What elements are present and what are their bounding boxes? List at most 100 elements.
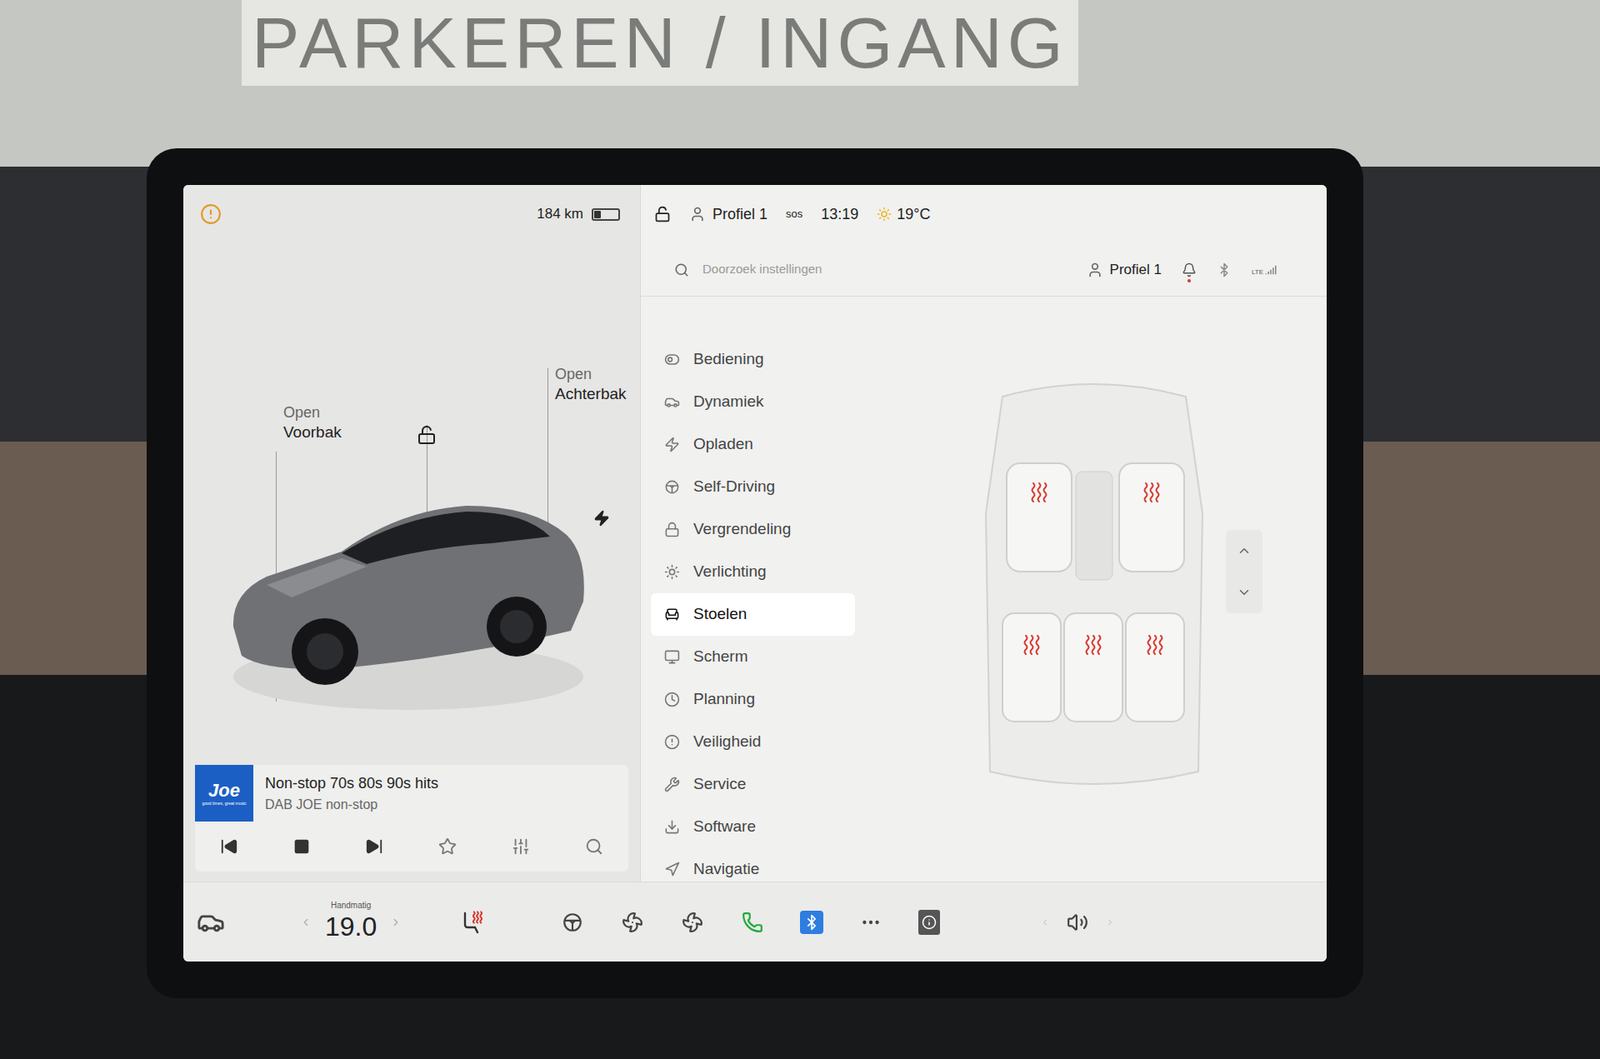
seat-heater-button[interactable] — [460, 910, 485, 935]
rear-seat[interactable] — [1002, 613, 1061, 722]
cabin-temperature: 19.0 — [325, 910, 377, 944]
settings-menu-item[interactable]: Veiligheid — [650, 720, 855, 764]
screen-icon — [664, 649, 680, 665]
favorite-icon[interactable] — [438, 837, 457, 856]
track-source: DAB JOE non-stop — [265, 795, 439, 815]
settings-menu-item[interactable]: Verlichting — [650, 550, 855, 594]
network-type: LTE — [1251, 269, 1264, 276]
weather-icon — [876, 206, 892, 222]
volume-up-icon[interactable] — [1105, 917, 1115, 928]
car-icon[interactable] — [196, 908, 225, 937]
settings-panel: Profiel 1 sos 13:19 19°C Doorzoek instelling… — [640, 185, 1327, 882]
bluetooth-icon[interactable] — [1216, 262, 1232, 278]
manual-button[interactable] — [918, 910, 940, 935]
chevron-up-icon[interactable] — [1236, 543, 1252, 559]
climate-mode: Handmatig — [330, 901, 371, 910]
bell-icon[interactable] — [1181, 262, 1197, 278]
front-seat[interactable] — [1119, 463, 1185, 572]
volume-control[interactable] — [1040, 911, 1115, 934]
unlocked-icon[interactable] — [416, 425, 437, 445]
bluetooth-button[interactable] — [800, 910, 824, 935]
rear-defrost-icon[interactable] — [681, 911, 704, 934]
photo: PARKEREN / INGANG 184 km OpenVoorbak OpenAc… — [0, 0, 1600, 1059]
battery-icon — [591, 208, 620, 221]
temp-down-icon[interactable] — [300, 916, 312, 929]
media-search-icon[interactable] — [585, 837, 604, 856]
download-icon — [664, 819, 680, 835]
dock: Handmatig19.0 — [183, 881, 1327, 962]
phone-icon[interactable] — [741, 911, 764, 934]
climate-temperature[interactable]: Handmatig19.0 — [300, 901, 402, 944]
rear-seat[interactable] — [1125, 613, 1185, 722]
car-model — [216, 460, 600, 710]
rear-seat[interactable] — [1064, 613, 1123, 722]
lock-icon — [664, 521, 680, 538]
next-icon[interactable] — [365, 837, 384, 856]
alert-icon — [664, 734, 680, 750]
settings-menu-item[interactable]: Scherm — [650, 635, 855, 679]
car-icon — [664, 394, 680, 410]
frunk-label[interactable]: OpenVoorbak — [283, 403, 342, 442]
profile-name[interactable]: Profiel 1 — [712, 203, 768, 226]
temp-up-icon[interactable] — [390, 916, 402, 929]
signal-icon — [1265, 264, 1277, 276]
wall: PARKEREN / INGANG — [0, 0, 1600, 167]
front-defrost-icon[interactable] — [621, 911, 644, 934]
top-status-bar: Profiel 1 sos 13:19 19°C — [640, 185, 1327, 244]
seat-icon — [664, 606, 680, 623]
steering-heater-icon[interactable] — [561, 911, 584, 934]
seat-area — [949, 296, 1327, 882]
volume-icon — [1066, 911, 1089, 934]
station-logo: Joegood times, great music — [195, 765, 254, 822]
info-icon — [921, 915, 937, 930]
bluetooth-icon — [803, 914, 820, 931]
toggle-icon — [664, 351, 680, 368]
notification-dot — [1187, 279, 1191, 283]
clock-icon — [664, 691, 680, 708]
sos[interactable]: sos — [785, 205, 803, 223]
stop-icon[interactable] — [293, 838, 310, 855]
settings-menu-item[interactable]: Service — [650, 763, 855, 806]
settings-profile[interactable]: Profiel 1 — [1110, 259, 1162, 281]
chevron-down-icon[interactable] — [1236, 585, 1252, 600]
equalizer-icon[interactable] — [511, 837, 530, 856]
battery-fill — [594, 210, 601, 219]
touchscreen: 184 km OpenVoorbak OpenAchterbak Joegood ti… — [146, 148, 1364, 999]
search-icon — [674, 262, 690, 278]
seat-heater-icon — [460, 910, 485, 935]
media-player: Joegood times, great musicNon-stop 70s 8… — [195, 765, 629, 872]
settings-menu-item[interactable]: Dynamiek — [650, 380, 855, 424]
car-canvas: OpenVoorbak OpenAchterbak — [183, 243, 640, 765]
car-panel: 184 km OpenVoorbak OpenAchterbak Joegood ti… — [183, 185, 640, 882]
settings-search[interactable]: Doorzoek instellingen — [674, 260, 822, 280]
front-seat[interactable] — [1006, 463, 1072, 572]
settings-menu-item[interactable]: Navigatie — [650, 848, 855, 882]
trunk-label[interactable]: OpenAchterbak — [555, 365, 627, 404]
clock: 13:19 — [820, 203, 859, 226]
outside-temperature: 19°C — [896, 203, 930, 226]
settings-menu-item[interactable]: Stoelen — [650, 593, 855, 636]
steering-wheel-icon — [664, 479, 680, 495]
settings-menu-item[interactable]: Software — [650, 805, 855, 849]
screen: 184 km OpenVoorbak OpenAchterbak Joegood ti… — [183, 185, 1327, 962]
settings-menu-item[interactable]: Planning — [650, 678, 855, 721]
settings-header: Doorzoek instellingen Profiel 1 LTE — [640, 243, 1327, 297]
settings-menu: BedieningDynamiekOpladenSelf-DrivingVerg… — [640, 296, 950, 882]
lock-status-icon[interactable] — [654, 205, 671, 223]
previous-icon[interactable] — [220, 837, 239, 856]
settings-menu-item[interactable]: Opladen — [650, 423, 855, 466]
profile-icon — [689, 205, 706, 223]
navigation-icon — [664, 861, 680, 878]
sign: PARKEREN / INGANG — [241, 0, 1079, 86]
charge-port-icon[interactable] — [593, 510, 610, 527]
settings-menu-item[interactable]: Vergrendeling — [650, 508, 855, 551]
sun-icon — [664, 564, 680, 580]
tire-warning-icon — [200, 203, 222, 225]
settings-menu-item[interactable]: Bediening — [650, 338, 855, 381]
settings-menu-item[interactable]: Self-Driving — [650, 465, 855, 509]
more-icon[interactable] — [860, 911, 882, 934]
car-status-row: 184 km — [183, 185, 640, 244]
profile-icon — [1086, 261, 1104, 279]
volume-down-icon[interactable] — [1040, 917, 1050, 928]
range: 184 km — [536, 203, 584, 225]
